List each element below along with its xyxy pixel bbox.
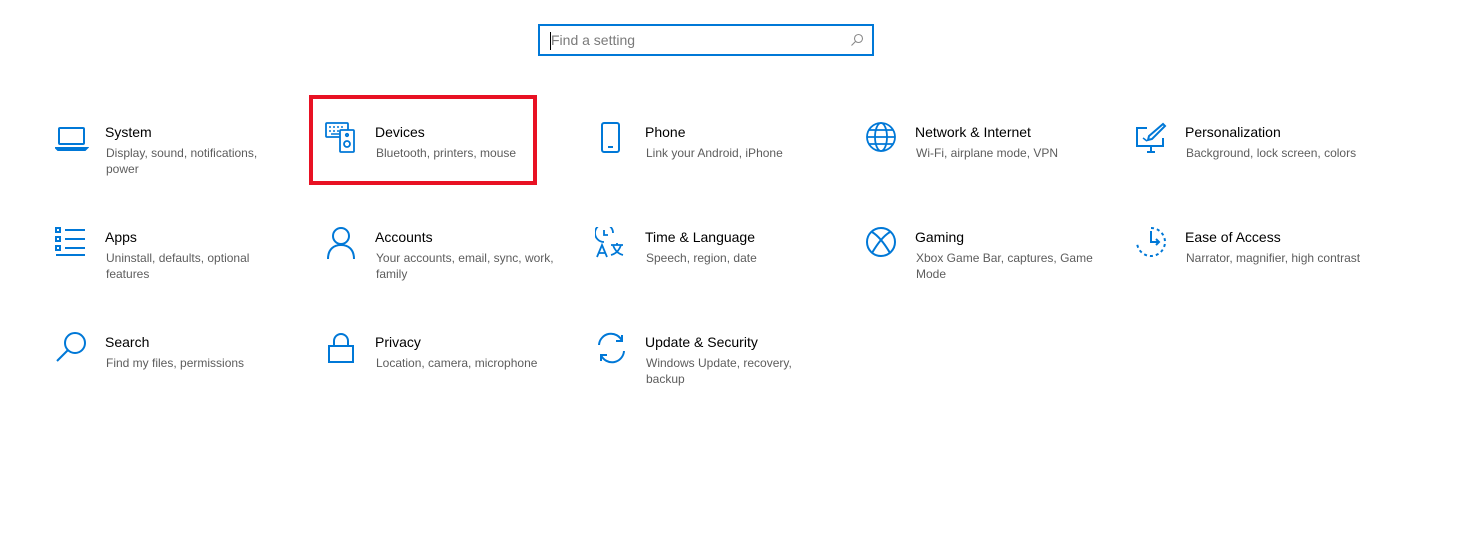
tile-title: Phone [645,124,686,140]
tile-search[interactable]: Search Find my files, permissions [55,332,295,412]
tile-title: Gaming [915,229,965,245]
tile-description: Find my files, permissions [106,356,245,370]
search-icon[interactable] [850,33,864,47]
tile-devices[interactable]: Devices Bluetooth, printers, mouse [325,122,565,202]
tile-title: Privacy [375,334,421,350]
tile-title: Apps [105,229,137,245]
globe-icon [865,122,899,156]
tile-description: Wi-Fi, airplane mode, VPN [916,146,1059,160]
tile-update-security[interactable]: Update & Security Windows Update, recove… [595,332,835,412]
tile-description: Link your Android, iPhone [646,146,783,160]
tile-description: Display, sound, notifications, power [106,146,258,176]
tile-personalization[interactable]: Personalization Background, lock screen,… [1135,122,1375,202]
tile-ease-of-access[interactable]: Ease of Access Narrator, magnifier, high… [1135,227,1375,307]
tile-title: Accounts [375,229,433,245]
tile-accounts[interactable]: Accounts Your accounts, email, sync, wor… [325,227,565,307]
ease-of-access-icon [1135,227,1169,261]
lock-icon [325,332,359,366]
xbox-icon [865,227,899,261]
search-icon [55,332,89,366]
tile-apps[interactable]: Apps Uninstall, defaults, optional featu… [55,227,295,307]
tile-privacy[interactable]: Privacy Location, camera, microphone [325,332,565,412]
search-input[interactable] [551,28,841,52]
tile-description: Xbox Game Bar, captures, Game Mode [916,251,1093,281]
time-language-icon [595,227,629,261]
tile-title: Devices [375,124,425,140]
laptop-icon [55,122,89,156]
tile-description: Your accounts, email, sync, work, family [376,251,554,281]
tile-phone[interactable]: Phone Link your Android, iPhone [595,122,835,202]
tile-description: Windows Update, recovery, backup [646,356,792,386]
phone-icon [595,122,629,156]
tile-title: Network & Internet [915,124,1031,140]
paintbrush-icon [1135,122,1169,156]
tile-description: Bluetooth, printers, mouse [376,146,517,160]
tile-title: Update & Security [645,334,758,350]
person-icon [325,227,359,261]
tile-title: System [105,124,152,140]
devices-icon [325,122,359,156]
tile-title: Ease of Access [1185,229,1281,245]
tile-description: Speech, region, date [646,251,757,265]
tile-title: Time & Language [645,229,755,245]
tile-title: Personalization [1185,124,1281,140]
tile-description: Background, lock screen, colors [1186,146,1357,160]
tile-description: Uninstall, defaults, optional features [106,251,250,281]
tile-gaming[interactable]: Gaming Xbox Game Bar, captures, Game Mod… [865,227,1105,307]
tile-description: Narrator, magnifier, high contrast [1186,251,1361,265]
search-box[interactable] [538,24,874,56]
apps-list-icon [55,227,89,261]
tile-time-language[interactable]: Time & Language Speech, region, date [595,227,835,307]
tile-network-internet[interactable]: Network & Internet Wi-Fi, airplane mode,… [865,122,1105,202]
tile-description: Location, camera, microphone [376,356,538,370]
tile-title: Search [105,334,150,350]
tile-system[interactable]: System Display, sound, notifications, po… [55,122,295,202]
sync-icon [595,332,629,366]
